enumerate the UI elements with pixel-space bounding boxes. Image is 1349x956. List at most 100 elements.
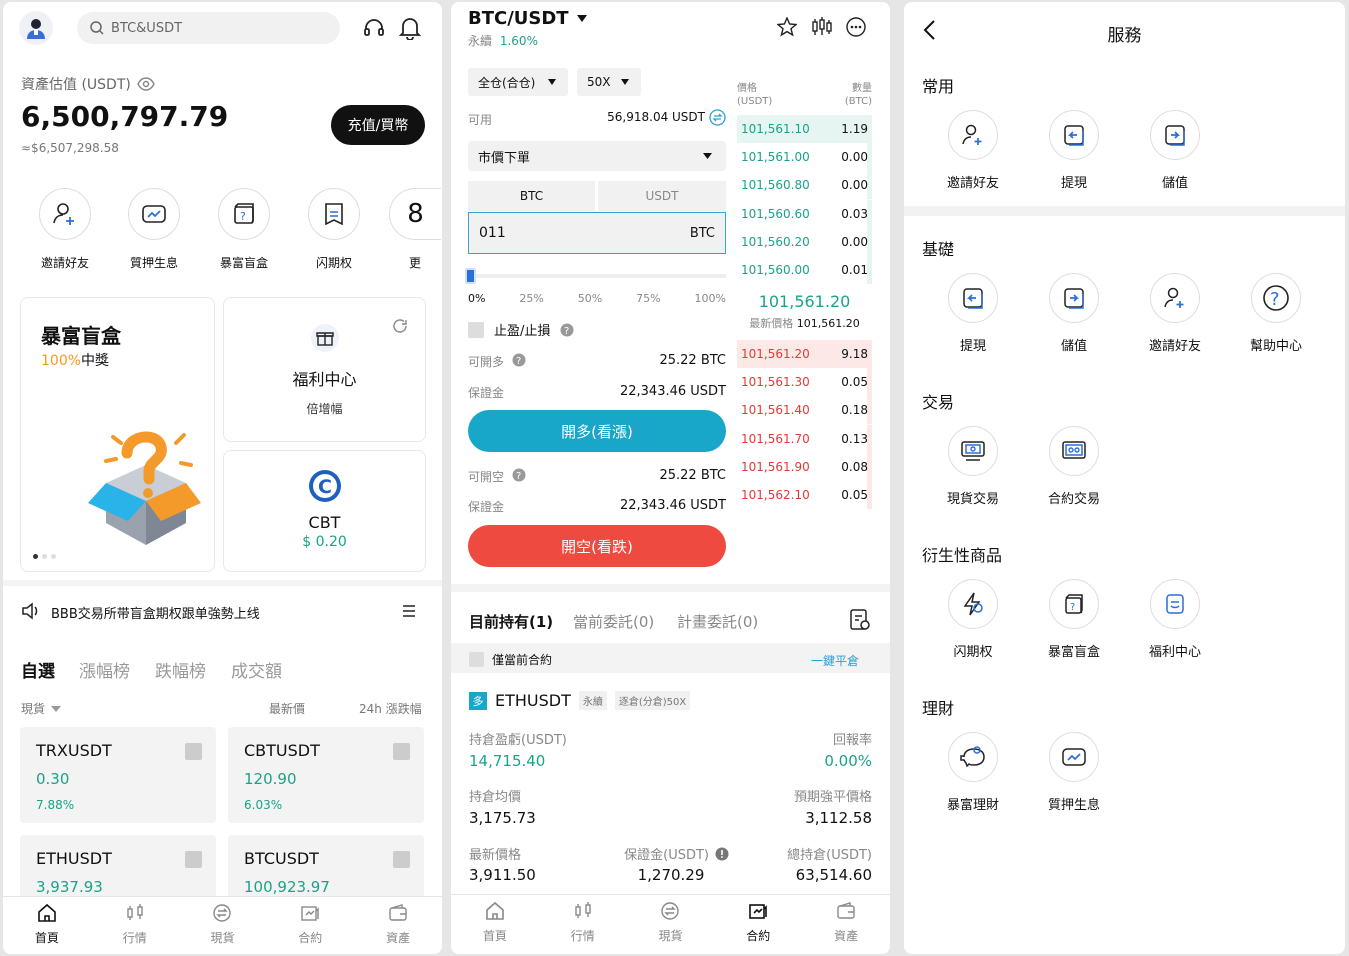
pct-mark[interactable]: 25% bbox=[519, 292, 543, 305]
orderbook-row[interactable]: 101,560.80 0.00 bbox=[737, 171, 872, 200]
orderbook-row[interactable]: 101,560.20 0.00 bbox=[737, 227, 872, 256]
headset-icon[interactable] bbox=[363, 17, 385, 39]
only-current-toggle[interactable]: 僅當前合約 bbox=[469, 651, 552, 668]
service-deposit[interactable]: 儲值 bbox=[1130, 110, 1220, 191]
transfer-icon[interactable] bbox=[709, 109, 726, 126]
unit-tab-usdt[interactable]: USDT bbox=[598, 181, 726, 211]
futures-icon bbox=[301, 906, 319, 921]
favorite-checkbox[interactable] bbox=[185, 851, 202, 868]
quick-blindbox[interactable]: ? 暴富盲盒 bbox=[212, 188, 276, 271]
service-deposit[interactable]: 儲值 bbox=[1029, 273, 1119, 354]
quick-flash-option[interactable]: 闪期权 bbox=[302, 188, 366, 271]
help-icon[interactable]: ? bbox=[560, 323, 574, 337]
nav-home[interactable]: 首頁 bbox=[451, 895, 539, 954]
service-wealth[interactable]: 暴富理財 bbox=[928, 732, 1018, 813]
open-short-button[interactable]: 開空(看跌) bbox=[468, 525, 726, 567]
service-withdraw[interactable]: 提現 bbox=[928, 273, 1018, 354]
ticker-card[interactable]: TRXUSDT 0.30 7.88% bbox=[20, 727, 216, 823]
orderbook-row[interactable]: 101,561.90 0.08 bbox=[737, 452, 872, 481]
service-blindbox[interactable]: ? 暴富盲盒 bbox=[1029, 579, 1119, 660]
service-invite[interactable]: 邀請好友 bbox=[928, 110, 1018, 191]
tab-positions[interactable]: 目前持有(1) bbox=[469, 611, 553, 632]
quick-staking[interactable]: 質押生息 bbox=[122, 188, 186, 271]
orderbook-row[interactable]: 101,562.10 0.05 bbox=[737, 481, 872, 509]
service-help[interactable]: ? 幫助中心 bbox=[1231, 273, 1321, 354]
tab-open-orders[interactable]: 當前委託(0) bbox=[573, 611, 654, 632]
orderbook-row[interactable]: 101,561.30 0.05 bbox=[737, 368, 872, 397]
refresh-icon[interactable] bbox=[392, 318, 408, 334]
coin-card[interactable]: C CBT $ 0.20 bbox=[223, 450, 426, 572]
orderbook-row[interactable]: 101,561.70 0.13 bbox=[737, 424, 872, 453]
pct-mark[interactable]: 75% bbox=[636, 292, 660, 305]
nav-futures[interactable]: 合約 bbox=[714, 895, 802, 954]
favorite-checkbox[interactable] bbox=[393, 743, 410, 760]
amount-input[interactable]: 011 BTC bbox=[468, 212, 726, 254]
tab-gainers[interactable]: 漲幅榜 bbox=[79, 657, 130, 682]
favorite-checkbox[interactable] bbox=[185, 743, 202, 760]
eye-icon[interactable] bbox=[137, 77, 155, 91]
unit-tab-btc[interactable]: BTC bbox=[468, 181, 595, 211]
help-icon[interactable]: ? bbox=[512, 468, 526, 482]
pct-mark[interactable]: 100% bbox=[695, 292, 726, 305]
pct-mark[interactable]: 0% bbox=[468, 292, 485, 305]
service-futures-trading[interactable]: 合約交易 bbox=[1029, 426, 1119, 507]
pct-mark[interactable]: 50% bbox=[578, 292, 602, 305]
service-flash-option[interactable]: 闪期权 bbox=[928, 579, 1018, 660]
help-icon[interactable]: ? bbox=[512, 353, 526, 367]
more-icon[interactable] bbox=[845, 16, 867, 38]
list-head-last: 最新價 bbox=[269, 702, 306, 716]
open-long-button[interactable]: 開多(看漲) bbox=[468, 410, 726, 452]
orderbook-row[interactable]: 101,561.00 0.00 bbox=[737, 143, 872, 172]
list-head-spot[interactable]: 現貨 bbox=[21, 700, 62, 717]
tpsl-toggle[interactable]: 止盈/止損 ? bbox=[468, 320, 574, 339]
tab-favorites[interactable]: 自選 bbox=[21, 657, 55, 682]
tpsl-checkbox[interactable] bbox=[468, 321, 484, 338]
star-icon[interactable] bbox=[777, 17, 797, 37]
close-all-link[interactable]: 一鍵平倉 bbox=[811, 652, 859, 669]
amount-slider[interactable] bbox=[468, 274, 726, 278]
service-welfare[interactable]: 福利中心 bbox=[1130, 579, 1220, 660]
order-history-icon[interactable] bbox=[849, 608, 871, 632]
info-icon[interactable] bbox=[715, 847, 729, 861]
blindbox-promo-card[interactable]: 暴富盲盒 100%中獎 bbox=[20, 297, 215, 572]
favorite-checkbox[interactable] bbox=[393, 851, 410, 868]
service-invite[interactable]: 邀請好友 bbox=[1130, 273, 1220, 354]
tab-plan-orders[interactable]: 計畫委託(0) bbox=[677, 611, 758, 632]
quick-invite[interactable]: 邀請好友 bbox=[33, 188, 97, 271]
slider-handle[interactable] bbox=[465, 268, 476, 284]
nav-spot[interactable]: 現貨 bbox=[627, 895, 715, 954]
ticker-card[interactable]: CBTUSDT 120.90 6.03% bbox=[228, 727, 424, 823]
kline-icon[interactable] bbox=[811, 16, 833, 38]
orderbook-qty: 0.05 bbox=[841, 488, 868, 502]
tab-losers[interactable]: 跌幅榜 bbox=[155, 657, 206, 682]
welfare-card[interactable]: 福利中心 倍增幅 bbox=[223, 297, 426, 442]
orderbook-row[interactable]: 101,560.60 0.03 bbox=[737, 199, 872, 228]
tab-volume[interactable]: 成交額 bbox=[231, 657, 282, 682]
notice-text[interactable]: BBB交易所带盲盒期权跟单強勢上线 bbox=[51, 603, 260, 622]
nav-market[interactable]: 行情 bbox=[539, 895, 627, 954]
search-input[interactable]: BTC&USDT bbox=[77, 12, 340, 44]
order-type-select[interactable]: 市價下單 bbox=[468, 141, 726, 171]
leverage-select[interactable]: 50X bbox=[577, 68, 641, 96]
avatar[interactable] bbox=[19, 11, 53, 45]
margin-mode-select[interactable]: 全仓(合仓) bbox=[468, 68, 568, 96]
service-withdraw[interactable]: 提現 bbox=[1029, 110, 1119, 191]
orderbook-row[interactable]: 101,561.20 9.18 bbox=[737, 340, 872, 368]
nav-futures[interactable]: 合約 bbox=[266, 897, 354, 954]
nav-spot[interactable]: 現貨 bbox=[179, 897, 267, 954]
nav-assets[interactable]: 資產 bbox=[354, 897, 442, 954]
orderbook-row[interactable]: 101,560.00 0.01 bbox=[737, 256, 872, 284]
menu-list-icon[interactable] bbox=[401, 603, 417, 619]
orderbook-row[interactable]: 101,561.10 1.19 bbox=[737, 115, 872, 143]
nav-home[interactable]: 首頁 bbox=[3, 897, 91, 954]
only-current-checkbox[interactable] bbox=[469, 652, 484, 667]
service-staking[interactable]: 質押生息 bbox=[1029, 732, 1119, 813]
pair-selector[interactable]: BTC/USDT bbox=[468, 8, 587, 29]
service-spot-trading[interactable]: 現貨交易 bbox=[928, 426, 1018, 507]
quick-more[interactable]: 8 更 bbox=[389, 188, 441, 271]
orderbook-row[interactable]: 101,561.40 0.18 bbox=[737, 396, 872, 425]
nav-market[interactable]: 行情 bbox=[91, 897, 179, 954]
deposit-button[interactable]: 充值/買幣 bbox=[331, 105, 425, 145]
nav-assets[interactable]: 資產 bbox=[802, 895, 890, 954]
bell-icon[interactable] bbox=[399, 16, 421, 40]
